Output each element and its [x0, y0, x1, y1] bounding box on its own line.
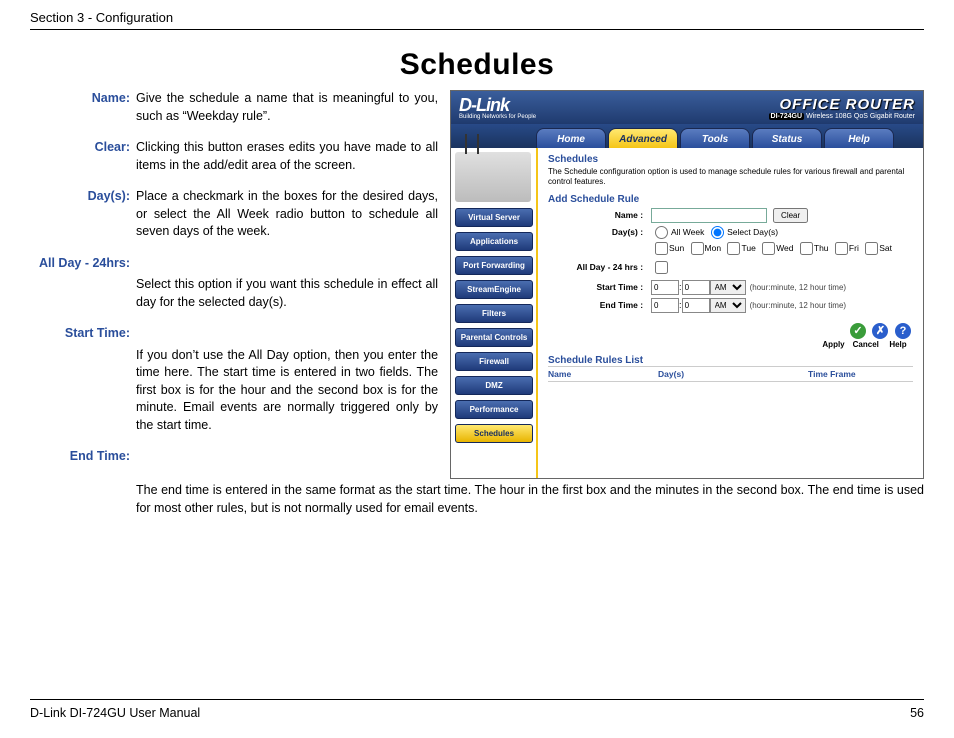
start-hint: (hour:minute, 12 hour time)	[750, 283, 847, 292]
radio-all-week[interactable]	[655, 226, 668, 239]
product-name: OFFICE ROUTER	[769, 96, 915, 113]
def-label-clear: Clear:	[30, 139, 136, 174]
radio-select-days[interactable]	[711, 226, 724, 239]
def-label-allday: All Day - 24hrs:	[30, 255, 136, 273]
check-tue[interactable]	[727, 242, 740, 255]
footer-page: 56	[910, 706, 924, 720]
def-label-end: End Time:	[30, 448, 136, 466]
page-footer: D-Link DI-724GU User Manual 56	[30, 699, 924, 720]
brand-tagline: Building Networks for People	[459, 114, 536, 120]
def-body-clear: Clicking this button erases edits you ha…	[136, 139, 438, 174]
sidebar-item-schedules[interactable]: Schedules	[455, 424, 533, 443]
definitions-column: Name: Give the schedule a name that is m…	[30, 90, 438, 479]
check-allday[interactable]	[655, 261, 668, 274]
end-min-input[interactable]	[682, 298, 710, 313]
apply-label: Apply	[819, 340, 849, 349]
model-line: DI-724GUWireless 108G QoS Gigabit Router	[769, 113, 915, 120]
router-header: D-Link Building Networks for People OFFI…	[451, 91, 923, 124]
label-start: Start Time :	[548, 282, 651, 292]
section-header: Section 3 - Configuration	[30, 0, 924, 30]
start-hour-input[interactable]	[651, 280, 679, 295]
tab-help[interactable]: Help	[824, 128, 894, 148]
def-body-start: If you don’t use the All Day option, the…	[136, 347, 438, 435]
apply-icon[interactable]: ✓	[850, 323, 866, 339]
router-ui: D-Link Building Networks for People OFFI…	[450, 90, 924, 479]
col-timeframe: Time Frame	[808, 369, 913, 379]
page-title: Schedules	[30, 48, 924, 82]
help-icon[interactable]: ?	[895, 323, 911, 339]
check-sun[interactable]	[655, 242, 668, 255]
router-image	[455, 152, 531, 202]
name-input[interactable]	[651, 208, 767, 223]
rules-header: Name Day(s) Time Frame	[548, 366, 913, 382]
col-name: Name	[548, 369, 658, 379]
brand-logo: D-Link	[459, 95, 536, 116]
label-select-days: Select Day(s)	[727, 227, 778, 237]
def-label-name: Name:	[30, 90, 136, 125]
tab-home[interactable]: Home	[536, 128, 606, 148]
panel-title: Schedules	[548, 154, 913, 165]
label-end: End Time :	[548, 300, 651, 310]
sidebar-item-dmz[interactable]: DMZ	[455, 376, 533, 395]
cancel-icon[interactable]: ✗	[872, 323, 888, 339]
end-hint: (hour:minute, 12 hour time)	[750, 301, 847, 310]
def-label-start: Start Time:	[30, 325, 136, 343]
add-rule-title: Add Schedule Rule	[548, 194, 913, 205]
clear-button[interactable]: Clear	[773, 208, 808, 223]
end-ampm-select[interactable]: AM	[710, 298, 746, 313]
tabs-row: Home Advanced Tools Status Help	[451, 124, 923, 148]
tab-advanced[interactable]: Advanced	[608, 128, 678, 148]
sidebar-item-port-forwarding[interactable]: Port Forwarding	[455, 256, 533, 275]
help-label: Help	[883, 340, 913, 349]
footer-left: D-Link DI-724GU User Manual	[30, 706, 200, 720]
sidebar-item-filters[interactable]: Filters	[455, 304, 533, 323]
def-body-allday-text: Select this option if you want this sche…	[136, 276, 438, 311]
day-checkboxes: Sun Mon Tue Wed Thu Fri Sat	[651, 242, 892, 255]
main-panel: Schedules The Schedule configuration opt…	[536, 148, 923, 478]
cancel-label: Cancel	[851, 340, 881, 349]
panel-desc: The Schedule configuration option is use…	[548, 167, 913, 188]
sidebar-item-parental-controls[interactable]: Parental Controls	[455, 328, 533, 347]
check-thu[interactable]	[800, 242, 813, 255]
label-all-week: All Week	[671, 227, 704, 237]
label-allday: All Day - 24 hrs :	[548, 262, 651, 272]
start-ampm-select[interactable]: AM	[710, 280, 746, 295]
def-label-days: Day(s):	[30, 188, 136, 241]
label-name: Name :	[548, 210, 651, 220]
def-body-allday	[136, 255, 438, 273]
sidebar-item-virtual-server[interactable]: Virtual Server	[455, 208, 533, 227]
sidebar-item-streamengine[interactable]: StreamEngine	[455, 280, 533, 299]
rules-list-title: Schedule Rules List	[548, 355, 913, 366]
tab-tools[interactable]: Tools	[680, 128, 750, 148]
check-mon[interactable]	[691, 242, 704, 255]
tab-status[interactable]: Status	[752, 128, 822, 148]
sidebar-item-applications[interactable]: Applications	[455, 232, 533, 251]
end-hour-input[interactable]	[651, 298, 679, 313]
start-min-input[interactable]	[682, 280, 710, 295]
check-fri[interactable]	[835, 242, 848, 255]
def-body-days: Place a checkmark in the boxes for the d…	[136, 188, 438, 241]
col-days: Day(s)	[658, 369, 808, 379]
check-sat[interactable]	[865, 242, 878, 255]
sidebar: Virtual Server Applications Port Forward…	[451, 148, 536, 478]
sidebar-item-performance[interactable]: Performance	[455, 400, 533, 419]
check-wed[interactable]	[762, 242, 775, 255]
def-body-name: Give the schedule a name that is meaning…	[136, 90, 438, 125]
label-days: Day(s) :	[548, 227, 651, 237]
def-body-end: The end time is entered in the same form…	[136, 481, 924, 517]
sidebar-item-firewall[interactable]: Firewall	[455, 352, 533, 371]
